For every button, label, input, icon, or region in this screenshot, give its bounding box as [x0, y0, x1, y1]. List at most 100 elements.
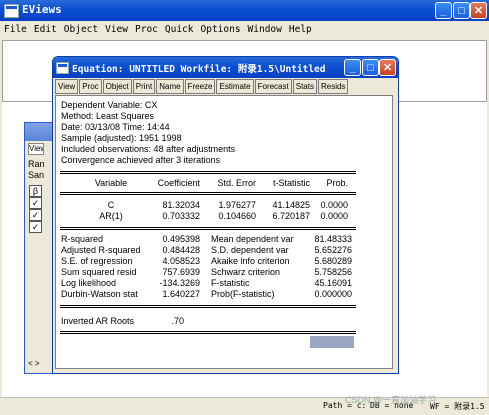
stat-label-left: Sum squared resid — [61, 267, 137, 277]
stat-label-right: F-statistic — [211, 278, 250, 288]
divider — [60, 192, 356, 193]
stat-value-right: 5.652276 — [314, 245, 352, 255]
menu-options[interactable]: Options — [197, 21, 244, 35]
stat-value-right: 5.680289 — [314, 256, 352, 266]
col-variable: Variable — [94, 178, 128, 188]
view-button[interactable]: View — [55, 79, 79, 94]
stat-value-right: 45.16091 — [314, 278, 352, 288]
ar-roots-value: .70 — [171, 316, 184, 326]
equation-title-bar[interactable]: Equation: UNTITLED Workfile: 附录1.5\Untit… — [53, 57, 398, 78]
status-wf: WF = 附录1.5 — [430, 402, 485, 411]
stat-label-left: S.E. of regression — [61, 256, 133, 266]
stat-value-left: 1.640227 — [162, 289, 200, 299]
menu-quick[interactable]: Quick — [161, 21, 197, 35]
menu-object[interactable]: Object — [60, 21, 101, 35]
divider — [60, 333, 356, 334]
divider — [60, 229, 356, 230]
coef-std-error: 1.976277 — [218, 200, 256, 210]
stat-label-right: S.D. dependent var — [211, 245, 289, 255]
col-t-statistic: t-Statistic — [272, 178, 310, 188]
equation-title: Equation: UNTITLED Workfile: 附录1.5\Untit… — [72, 64, 326, 75]
coef-t-stat: 41.14825 — [272, 200, 310, 210]
main-title-bar: EViews _ □ ✕ — [0, 0, 489, 21]
stat-label-right: Prob(F-statistic) — [211, 289, 275, 299]
date-time: Date: 03/13/08 Time: 14:44 — [61, 122, 170, 132]
name-button[interactable]: Name — [156, 79, 184, 94]
freeze-button[interactable]: Freeze — [184, 79, 216, 94]
coef-variable: AR(1) — [99, 211, 123, 221]
stat-value-left: 757.6939 — [162, 267, 200, 277]
series-object-icon[interactable]: ✓ — [29, 221, 42, 233]
coef-prob: 0.0000 — [320, 211, 348, 221]
ar-roots-label: Inverted AR Roots — [61, 316, 135, 326]
included-observations: Included observations: 48 after adjustme… — [61, 144, 236, 154]
resids-button[interactable]: Resids — [317, 79, 349, 94]
stat-value-left: 4.058523 — [162, 256, 200, 266]
close-icon[interactable]: ✕ — [379, 59, 396, 76]
stat-label-right: Schwarz criterion — [211, 267, 281, 277]
divider — [60, 173, 356, 174]
sample: Sample (adjusted): 1951 1998 — [61, 133, 182, 143]
coef-std-error: 0.104660 — [218, 211, 256, 221]
coef-value: 0.703332 — [162, 211, 200, 221]
stat-label-left: Log likelihood — [61, 278, 117, 288]
coef-object-icon[interactable]: β — [29, 185, 42, 197]
menu-edit[interactable]: Edit — [30, 21, 60, 35]
close-icon[interactable]: ✕ — [470, 2, 487, 19]
col-std-error: Std. Error — [217, 178, 256, 188]
stat-value-left: -134.3269 — [159, 278, 200, 288]
workfile-range-row: Ran — [28, 159, 45, 169]
stat-value-left: 0.484428 — [162, 245, 200, 255]
menu-proc[interactable]: Proc — [131, 21, 161, 35]
method: Method: Least Squares — [61, 111, 155, 121]
app-icon — [4, 4, 19, 18]
menu-file[interactable]: File — [0, 21, 30, 35]
divider — [60, 331, 356, 332]
forecast-button[interactable]: Forecast — [254, 79, 292, 94]
menu-help[interactable]: Help — [285, 21, 315, 35]
stat-label-left: Durbin-Watson stat — [61, 289, 138, 299]
workfile-sample-row: San — [28, 170, 45, 180]
coef-value: 81.32034 — [162, 200, 200, 210]
stat-label-left: Adjusted R-squared — [61, 245, 141, 255]
stat-value-right: 81.48333 — [314, 234, 352, 244]
stat-label-right: Mean dependent var — [211, 234, 294, 244]
col-prob: Prob. — [326, 178, 348, 188]
stat-value-left: 0.495398 — [162, 234, 200, 244]
stat-label-right: Akaike info criterion — [211, 256, 290, 266]
divider — [60, 194, 356, 195]
selection-highlight — [310, 336, 354, 348]
print-button[interactable]: Print — [132, 79, 156, 94]
divider — [60, 171, 356, 172]
object-button[interactable]: Object — [102, 79, 132, 94]
divider — [60, 307, 356, 308]
menu-bar: File Edit Object View Proc Quick Options Window… — [0, 21, 489, 38]
series-object-icon[interactable]: ✓ — [29, 209, 42, 221]
stats-button[interactable]: Stats — [292, 79, 317, 94]
workfile-view-button[interactable]: View — [28, 143, 44, 155]
coef-prob: 0.0000 — [320, 200, 348, 210]
menu-window[interactable]: Window — [244, 21, 285, 35]
coef-variable: C — [107, 200, 115, 210]
coef-t-stat: 6.720187 — [272, 211, 310, 221]
minimize-icon[interactable]: _ — [344, 59, 361, 76]
stat-value-right: 5.758256 — [314, 267, 352, 277]
minimize-icon[interactable]: _ — [435, 2, 452, 19]
menu-view[interactable]: View — [101, 21, 131, 35]
series-object-icon[interactable]: ✓ — [29, 197, 42, 209]
estimation-output: Dependent Variable: CX Method: Least Squ… — [55, 95, 393, 369]
equation-icon — [56, 62, 69, 74]
divider — [60, 227, 356, 228]
proc-button[interactable]: Proc — [79, 79, 102, 94]
estimate-button[interactable]: Estimate — [216, 79, 254, 94]
divider — [60, 305, 356, 306]
equation-window[interactable]: Equation: UNTITLED Workfile: 附录1.5\Untit… — [52, 56, 399, 374]
maximize-icon[interactable]: □ — [362, 59, 379, 76]
maximize-icon[interactable]: □ — [453, 2, 470, 19]
stat-label-left: R-squared — [61, 234, 104, 244]
dependent-variable: Dependent Variable: CX — [61, 100, 158, 110]
stat-value-right: 0.000000 — [314, 289, 352, 299]
convergence: Convergence achieved after 3 iterations — [61, 155, 221, 165]
workfile-scroll-arrows[interactable]: < > — [28, 359, 40, 368]
watermark: CSDN @一直加油学习 — [345, 395, 437, 405]
